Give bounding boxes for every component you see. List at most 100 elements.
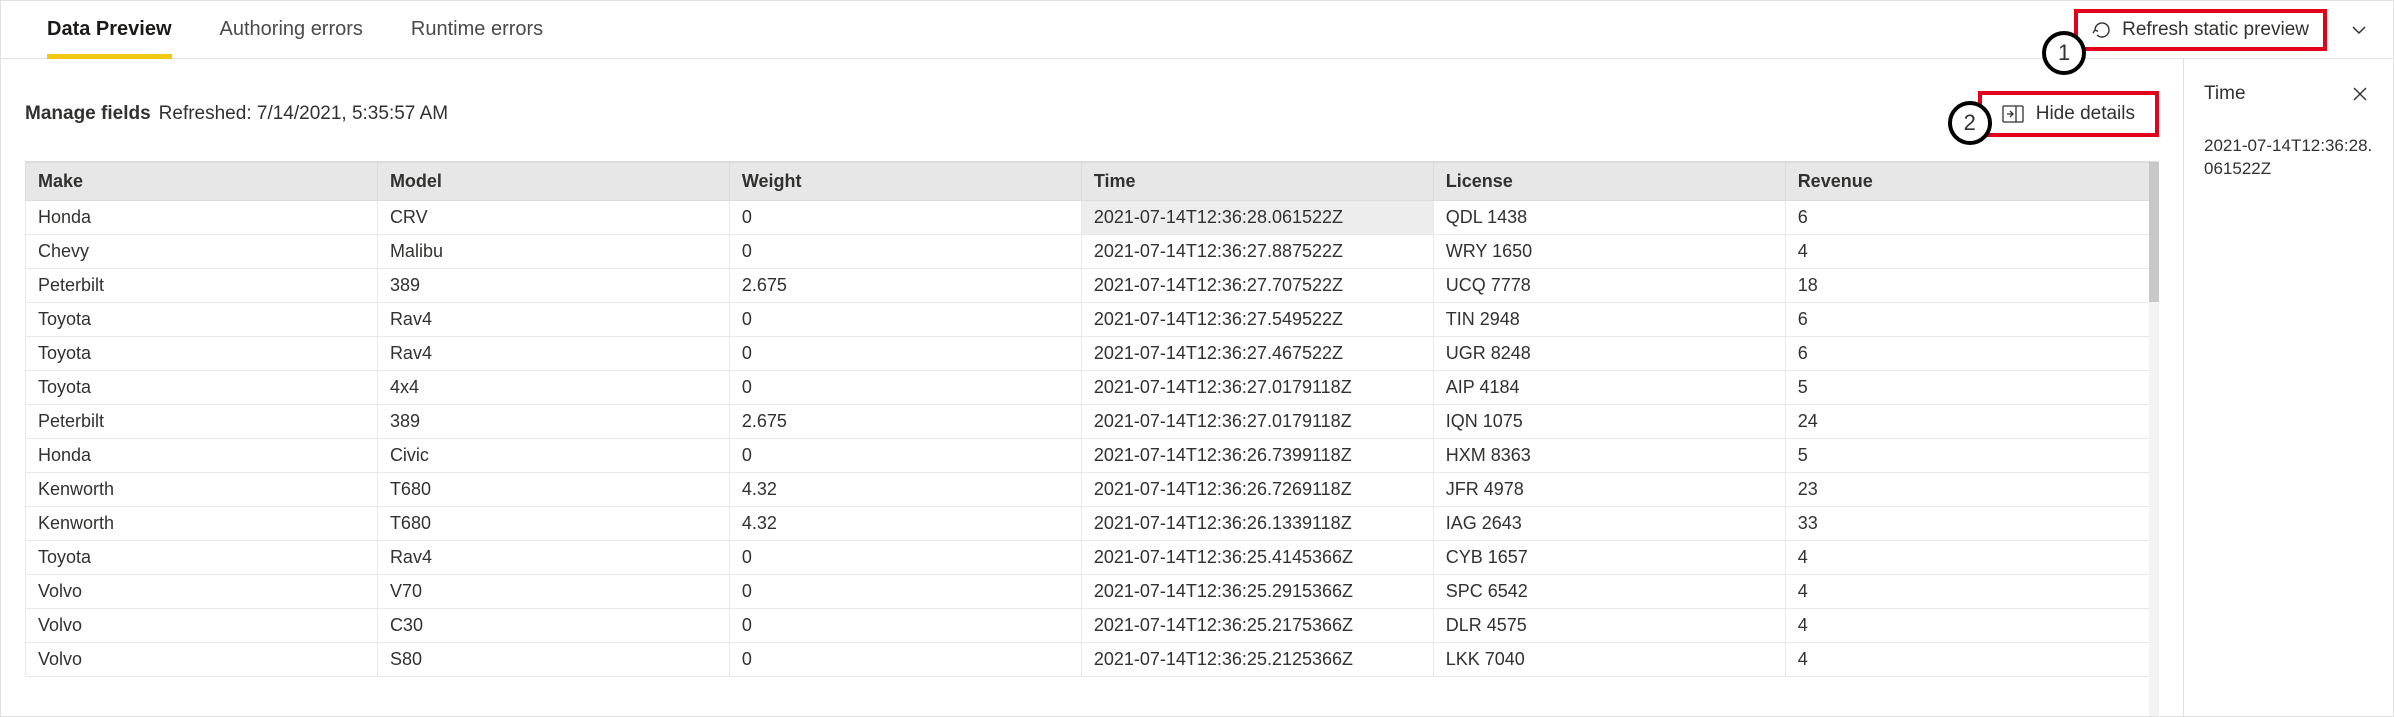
cell-revenue[interactable]: 4 — [1785, 643, 2158, 677]
cell-make[interactable]: Toyota — [26, 337, 378, 371]
cell-weight[interactable]: 4.32 — [729, 473, 1081, 507]
table-row[interactable]: KenworthT6804.322021-07-14T12:36:26.1339… — [26, 507, 2159, 541]
cell-model[interactable]: Rav4 — [377, 337, 729, 371]
table-row[interactable]: HondaCRV02021-07-14T12:36:28.061522ZQDL … — [26, 201, 2159, 235]
cell-time[interactable]: 2021-07-14T12:36:27.0179118Z — [1081, 405, 1433, 439]
col-time[interactable]: Time — [1081, 163, 1433, 201]
cell-weight[interactable]: 0 — [729, 235, 1081, 269]
cell-license[interactable]: WRY 1650 — [1433, 235, 1785, 269]
cell-time[interactable]: 2021-07-14T12:36:26.1339118Z — [1081, 507, 1433, 541]
cell-model[interactable]: 389 — [377, 269, 729, 303]
refresh-static-preview-button[interactable]: 1 Refresh static preview — [2074, 9, 2327, 51]
cell-license[interactable]: TIN 2948 — [1433, 303, 1785, 337]
cell-revenue[interactable]: 6 — [1785, 337, 2158, 371]
cell-make[interactable]: Kenworth — [26, 473, 378, 507]
table-row[interactable]: KenworthT6804.322021-07-14T12:36:26.7269… — [26, 473, 2159, 507]
cell-license[interactable]: AIP 4184 — [1433, 371, 1785, 405]
table-row[interactable]: Toyota4x402021-07-14T12:36:27.0179118ZAI… — [26, 371, 2159, 405]
cell-weight[interactable]: 2.675 — [729, 405, 1081, 439]
cell-model[interactable]: Rav4 — [377, 303, 729, 337]
cell-weight[interactable]: 0 — [729, 201, 1081, 235]
cell-time[interactable]: 2021-07-14T12:36:27.0179118Z — [1081, 371, 1433, 405]
tab-runtime-errors[interactable]: Runtime errors — [411, 1, 543, 58]
cell-make[interactable]: Honda — [26, 439, 378, 473]
cell-revenue[interactable]: 18 — [1785, 269, 2158, 303]
cell-model[interactable]: CRV — [377, 201, 729, 235]
cell-revenue[interactable]: 5 — [1785, 439, 2158, 473]
cell-license[interactable]: SPC 6542 — [1433, 575, 1785, 609]
cell-make[interactable]: Honda — [26, 201, 378, 235]
col-make[interactable]: Make — [26, 163, 378, 201]
cell-time[interactable]: 2021-07-14T12:36:28.061522Z — [1081, 201, 1433, 235]
close-icon[interactable] — [2347, 81, 2373, 107]
cell-revenue[interactable]: 4 — [1785, 575, 2158, 609]
col-revenue[interactable]: Revenue — [1785, 163, 2158, 201]
cell-time[interactable]: 2021-07-14T12:36:27.467522Z — [1081, 337, 1433, 371]
table-row[interactable]: ToyotaRav402021-07-14T12:36:25.4145366ZC… — [26, 541, 2159, 575]
hide-details-button[interactable]: 2 Hide details — [1978, 91, 2159, 137]
cell-make[interactable]: Toyota — [26, 303, 378, 337]
cell-time[interactable]: 2021-07-14T12:36:27.887522Z — [1081, 235, 1433, 269]
cell-license[interactable]: HXM 8363 — [1433, 439, 1785, 473]
cell-time[interactable]: 2021-07-14T12:36:25.2915366Z — [1081, 575, 1433, 609]
cell-model[interactable]: T680 — [377, 473, 729, 507]
table-row[interactable]: ToyotaRav402021-07-14T12:36:27.549522ZTI… — [26, 303, 2159, 337]
cell-weight[interactable]: 0 — [729, 609, 1081, 643]
cell-revenue[interactable]: 24 — [1785, 405, 2158, 439]
cell-model[interactable]: 4x4 — [377, 371, 729, 405]
cell-time[interactable]: 2021-07-14T12:36:27.707522Z — [1081, 269, 1433, 303]
cell-time[interactable]: 2021-07-14T12:36:25.2175366Z — [1081, 609, 1433, 643]
cell-weight[interactable]: 0 — [729, 439, 1081, 473]
cell-make[interactable]: Volvo — [26, 643, 378, 677]
cell-model[interactable]: Malibu — [377, 235, 729, 269]
table-row[interactable]: ChevyMalibu02021-07-14T12:36:27.887522ZW… — [26, 235, 2159, 269]
cell-license[interactable]: CYB 1657 — [1433, 541, 1785, 575]
cell-revenue[interactable]: 33 — [1785, 507, 2158, 541]
table-row[interactable]: ToyotaRav402021-07-14T12:36:27.467522ZUG… — [26, 337, 2159, 371]
cell-weight[interactable]: 0 — [729, 541, 1081, 575]
tab-authoring-errors[interactable]: Authoring errors — [220, 1, 363, 58]
cell-make[interactable]: Volvo — [26, 575, 378, 609]
table-row[interactable]: Peterbilt3892.6752021-07-14T12:36:27.017… — [26, 405, 2159, 439]
cell-license[interactable]: IQN 1075 — [1433, 405, 1785, 439]
table-row[interactable]: HondaCivic02021-07-14T12:36:26.7399118ZH… — [26, 439, 2159, 473]
cell-model[interactable]: C30 — [377, 609, 729, 643]
cell-weight[interactable]: 0 — [729, 303, 1081, 337]
cell-revenue[interactable]: 6 — [1785, 201, 2158, 235]
cell-weight[interactable]: 2.675 — [729, 269, 1081, 303]
cell-time[interactable]: 2021-07-14T12:36:25.4145366Z — [1081, 541, 1433, 575]
table-row[interactable]: Peterbilt3892.6752021-07-14T12:36:27.707… — [26, 269, 2159, 303]
cell-revenue[interactable]: 4 — [1785, 609, 2158, 643]
table-row[interactable]: VolvoV7002021-07-14T12:36:25.2915366ZSPC… — [26, 575, 2159, 609]
vertical-scrollbar[interactable] — [2149, 162, 2159, 716]
cell-weight[interactable]: 4.32 — [729, 507, 1081, 541]
cell-revenue[interactable]: 4 — [1785, 235, 2158, 269]
cell-time[interactable]: 2021-07-14T12:36:26.7399118Z — [1081, 439, 1433, 473]
table-row[interactable]: VolvoC3002021-07-14T12:36:25.2175366ZDLR… — [26, 609, 2159, 643]
cell-license[interactable]: IAG 2643 — [1433, 507, 1785, 541]
cell-time[interactable]: 2021-07-14T12:36:26.7269118Z — [1081, 473, 1433, 507]
cell-license[interactable]: DLR 4575 — [1433, 609, 1785, 643]
cell-model[interactable]: 389 — [377, 405, 729, 439]
cell-make[interactable]: Chevy — [26, 235, 378, 269]
cell-revenue[interactable]: 23 — [1785, 473, 2158, 507]
cell-weight[interactable]: 0 — [729, 371, 1081, 405]
cell-license[interactable]: JFR 4978 — [1433, 473, 1785, 507]
cell-model[interactable]: Civic — [377, 439, 729, 473]
chevron-down-icon[interactable] — [2345, 16, 2373, 44]
cell-license[interactable]: UCQ 7778 — [1433, 269, 1785, 303]
cell-license[interactable]: QDL 1438 — [1433, 201, 1785, 235]
cell-make[interactable]: Volvo — [26, 609, 378, 643]
cell-license[interactable]: LKK 7040 — [1433, 643, 1785, 677]
cell-revenue[interactable]: 5 — [1785, 371, 2158, 405]
cell-time[interactable]: 2021-07-14T12:36:25.2125366Z — [1081, 643, 1433, 677]
cell-license[interactable]: UGR 8248 — [1433, 337, 1785, 371]
cell-model[interactable]: T680 — [377, 507, 729, 541]
cell-time[interactable]: 2021-07-14T12:36:27.549522Z — [1081, 303, 1433, 337]
table-row[interactable]: VolvoS8002021-07-14T12:36:25.2125366ZLKK… — [26, 643, 2159, 677]
col-weight[interactable]: Weight — [729, 163, 1081, 201]
col-license[interactable]: License — [1433, 163, 1785, 201]
cell-model[interactable]: S80 — [377, 643, 729, 677]
tab-data-preview[interactable]: Data Preview — [47, 1, 172, 58]
cell-revenue[interactable]: 4 — [1785, 541, 2158, 575]
